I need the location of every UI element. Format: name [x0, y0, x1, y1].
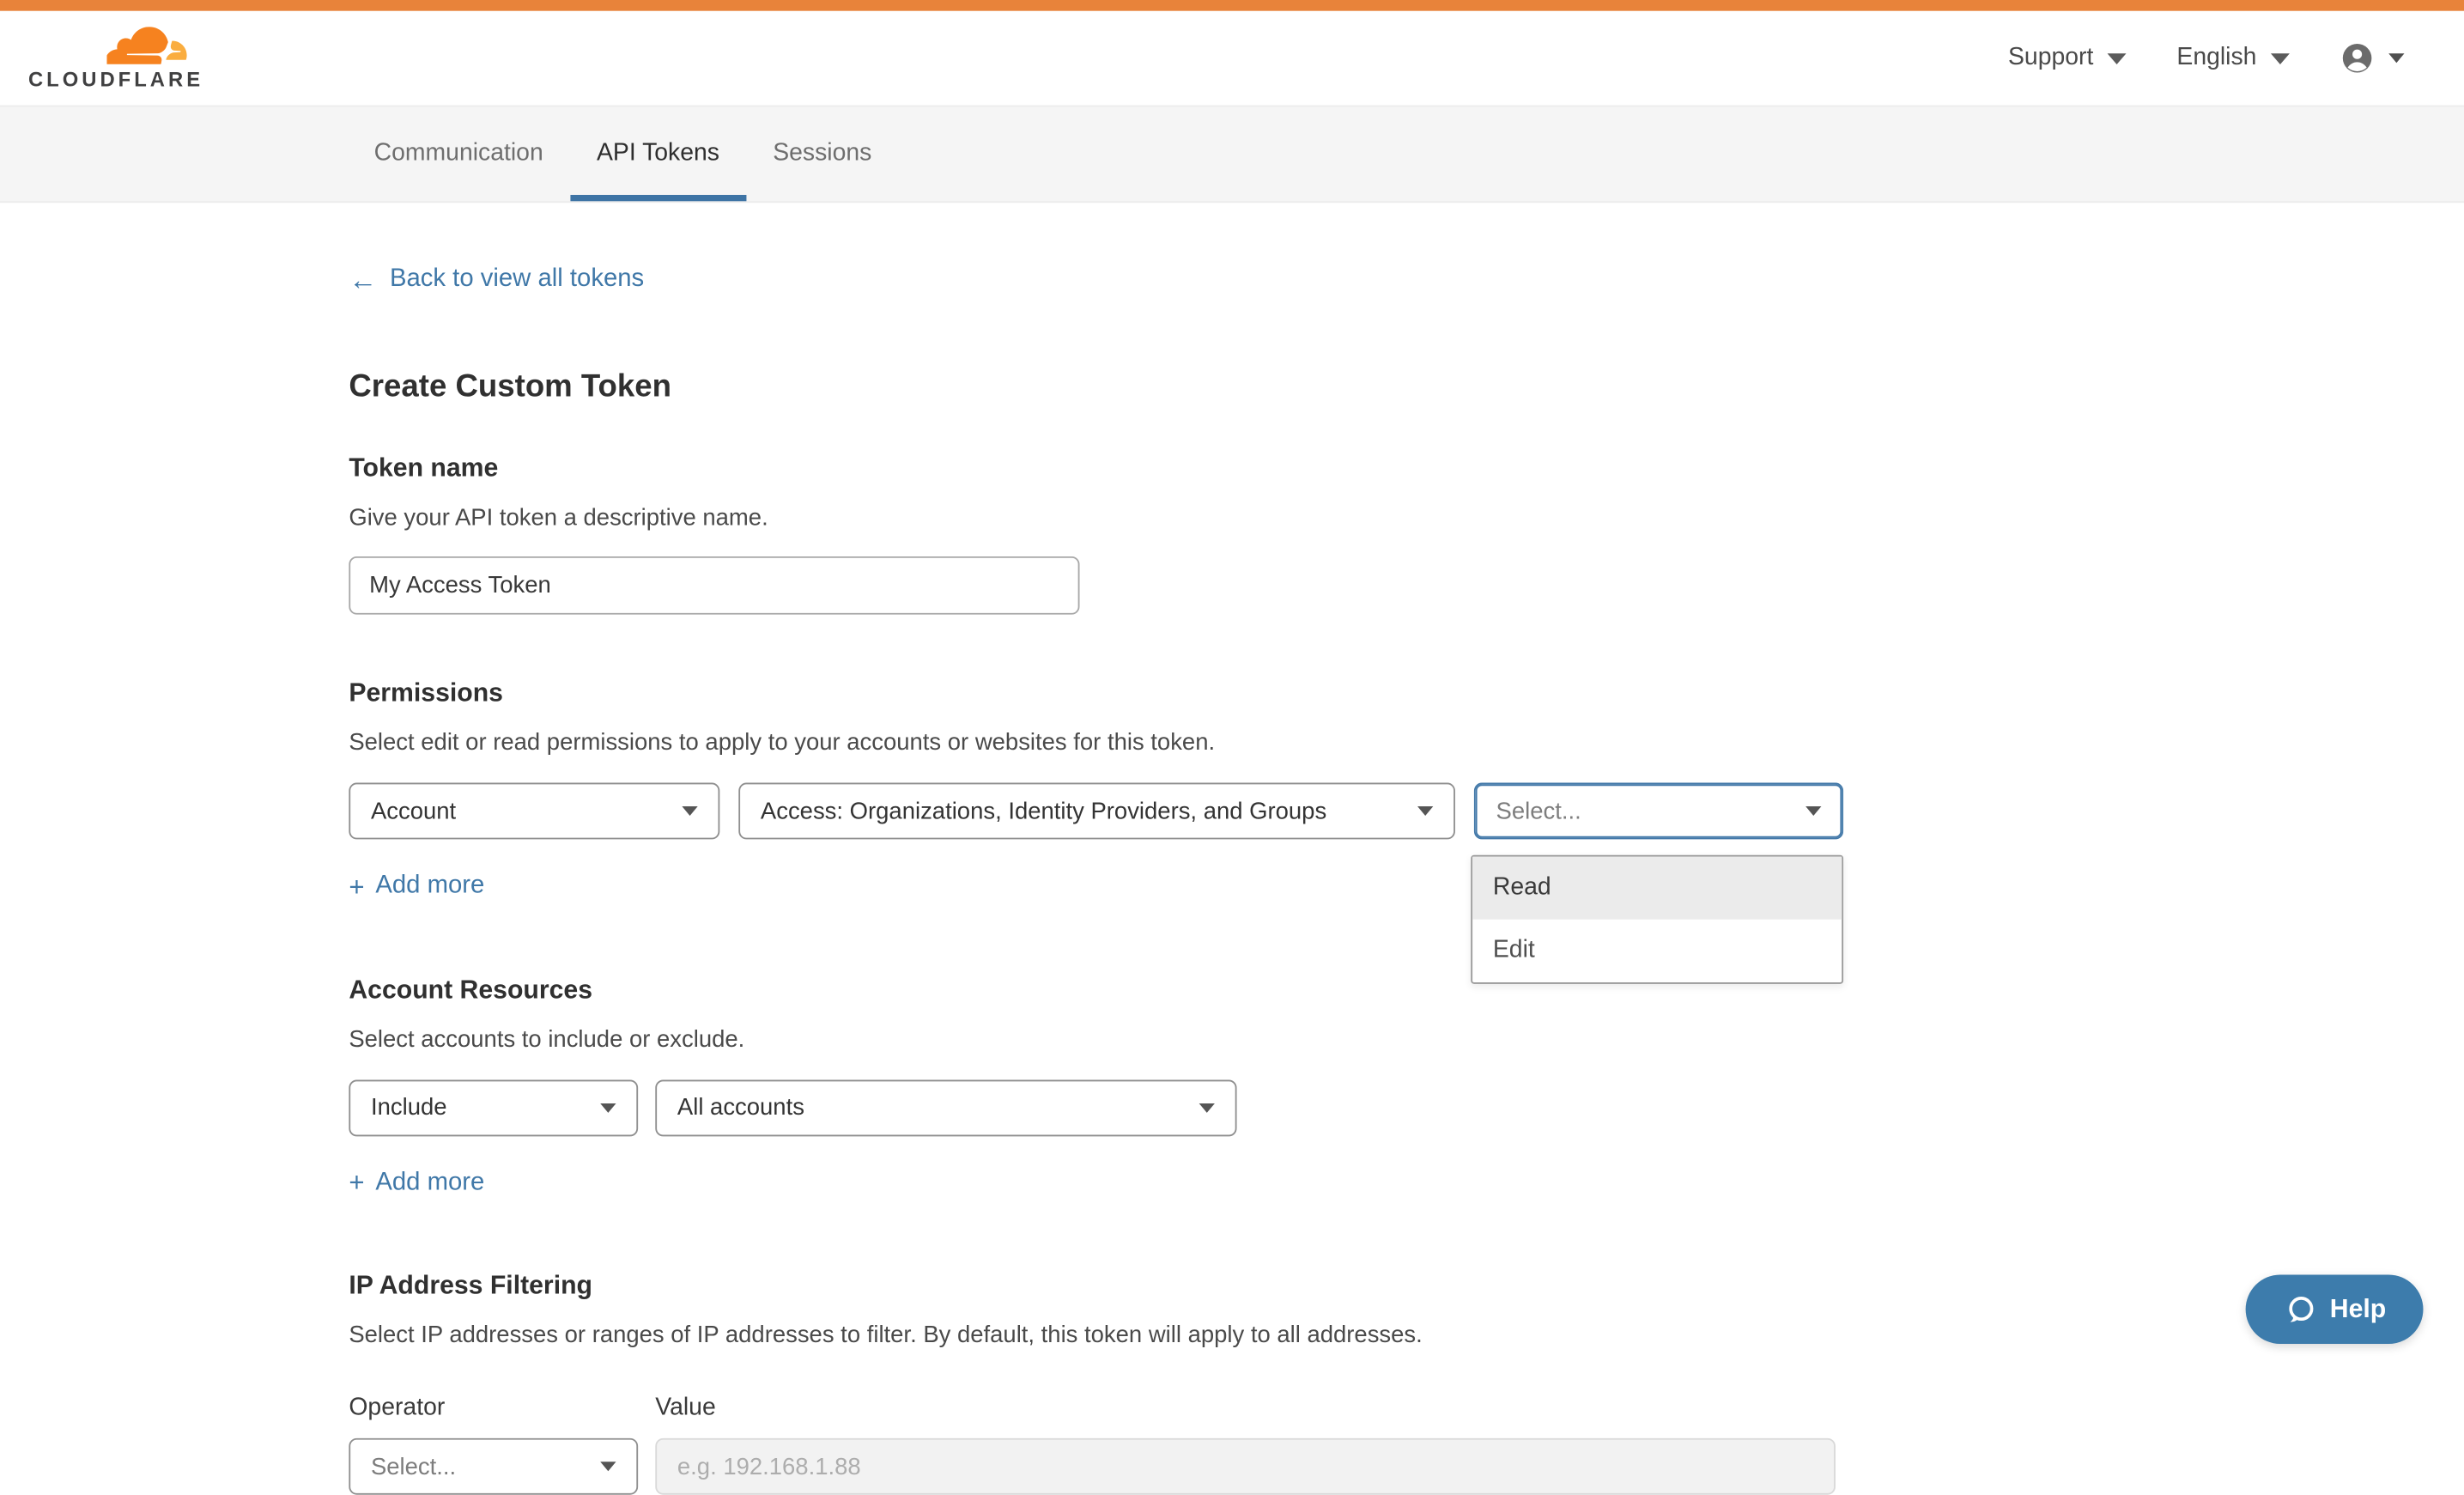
permissions-heading: Permissions [349, 679, 2464, 709]
caret-down-icon [1199, 1103, 1215, 1112]
plus-icon: + [349, 873, 364, 900]
ip-value-input [655, 1438, 1836, 1495]
main-content: ← Back to view all tokens Create Custom … [0, 203, 2464, 1495]
accounts-select-value: All accounts [677, 1094, 804, 1121]
caret-down-icon [600, 1103, 616, 1112]
permissions-add-more-link[interactable]: + Add more [349, 872, 484, 901]
support-menu-label: Support [2008, 44, 2093, 72]
access-level-select[interactable]: Select... [1474, 783, 1843, 840]
help-button[interactable]: Help [2246, 1274, 2424, 1344]
tab-api-tokens[interactable]: API Tokens [570, 106, 746, 201]
ip-filtering-description: Select IP addresses or ranges of IP addr… [349, 1322, 2464, 1348]
add-more-label: Add more [375, 872, 484, 901]
permission-scope-value: Account [371, 798, 456, 824]
account-menu[interactable] [2340, 41, 2404, 76]
header: CLOUDFLARE Support English [0, 11, 2464, 106]
tab-bar: Communication API Tokens Sessions [0, 106, 2464, 203]
dropdown-option-edit[interactable]: Edit [1472, 920, 1842, 982]
back-to-tokens-link[interactable]: ← Back to view all tokens [349, 265, 644, 294]
include-exclude-value: Include [371, 1094, 447, 1121]
caret-down-icon [682, 806, 697, 816]
back-link-label: Back to view all tokens [390, 265, 644, 294]
top-accent-bar [0, 0, 2464, 11]
language-menu-label: English [2176, 44, 2256, 72]
support-menu[interactable]: Support [2008, 44, 2127, 72]
caret-down-icon [1806, 806, 1821, 816]
caret-down-icon [2388, 53, 2404, 63]
caret-down-icon [600, 1462, 616, 1471]
access-level-dropdown-menu: Read Edit [1471, 855, 1843, 984]
ip-filtering-heading: IP Address Filtering [349, 1272, 2464, 1302]
operator-label: Operator [349, 1395, 655, 1423]
back-arrow-icon: ← [349, 265, 377, 294]
access-level-placeholder: Select... [1496, 798, 1581, 824]
caret-down-icon [2271, 52, 2290, 64]
permission-group-select[interactable]: Access: Organizations, Identity Provider… [738, 783, 1455, 840]
account-resources-heading: Account Resources [349, 975, 2464, 1006]
brand-wordmark: CLOUDFLARE [28, 67, 204, 90]
operator-select-placeholder: Select... [371, 1453, 456, 1480]
permission-scope-select[interactable]: Account [349, 783, 719, 840]
permissions-description: Select edit or read permissions to apply… [349, 729, 2464, 756]
chat-bubble-icon [2283, 1293, 2315, 1326]
tab-communication[interactable]: Communication [348, 106, 570, 201]
include-exclude-select[interactable]: Include [349, 1079, 638, 1136]
permission-group-value: Access: Organizations, Identity Provider… [761, 798, 1326, 824]
token-name-description: Give your API token a descriptive name. [349, 505, 2464, 532]
caret-down-icon [2108, 52, 2127, 64]
account-resources-description: Select accounts to include or exclude. [349, 1025, 2464, 1052]
operator-select[interactable]: Select... [349, 1438, 638, 1495]
language-menu[interactable]: English [2176, 44, 2290, 72]
value-label: Value [655, 1395, 715, 1423]
tab-sessions[interactable]: Sessions [746, 106, 898, 201]
caret-down-icon [1417, 806, 1433, 816]
page-title: Create Custom Token [349, 369, 2464, 405]
add-more-label: Add more [375, 1169, 484, 1197]
token-name-input[interactable] [349, 556, 1079, 615]
accounts-select[interactable]: All accounts [655, 1079, 1236, 1136]
user-avatar-icon [2340, 41, 2374, 76]
plus-icon: + [349, 1170, 364, 1196]
cloudflare-cloud-icon [106, 26, 203, 65]
help-button-label: Help [2330, 1294, 2386, 1324]
account-resources-add-more-link[interactable]: + Add more [349, 1169, 484, 1197]
cloudflare-logo: CLOUDFLARE [28, 26, 204, 90]
dropdown-option-read[interactable]: Read [1472, 857, 1842, 920]
token-name-heading: Token name [349, 454, 2464, 484]
